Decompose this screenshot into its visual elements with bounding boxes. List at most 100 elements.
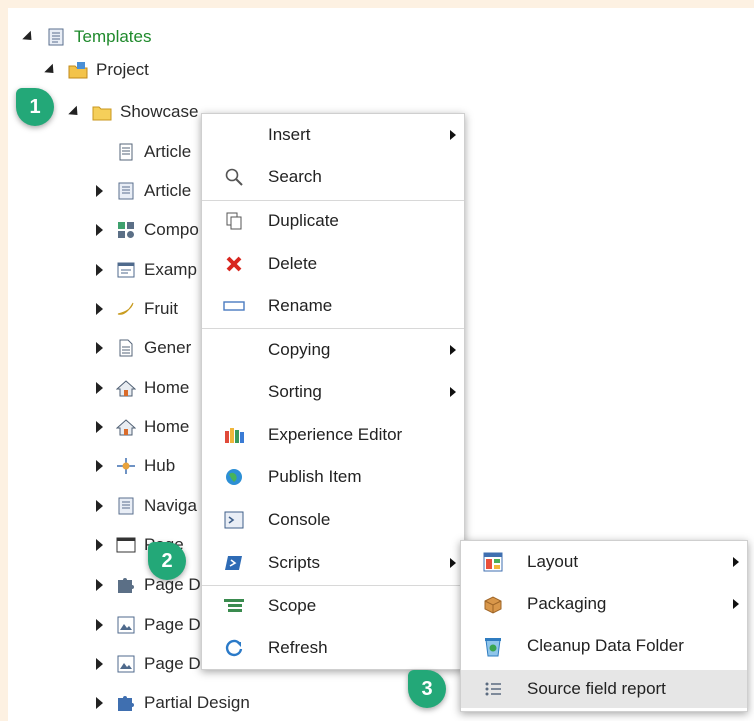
tree-item-article[interactable]: Article [92,135,191,169]
tree-item-page-d-3[interactable]: Page D [92,647,201,681]
expand-toggle-icon[interactable] [92,696,106,710]
menu-item-sorting[interactable]: Sorting [202,373,464,411]
menu-item-rename[interactable]: Rename [202,287,464,325]
tree-item-label: Home [144,378,190,397]
expand-toggle-icon[interactable] [92,618,106,632]
menu-item-label: Scope [268,596,317,615]
expand-toggle-icon[interactable] [92,538,106,552]
menu-separator [202,585,464,586]
tree-item-page-d-2[interactable]: Page D [92,608,201,642]
menu-item-label: Experience Editor [268,425,403,444]
project-folder-icon [68,60,88,80]
expand-toggle-icon[interactable] [44,63,58,77]
menu-item-copying[interactable]: Copying [202,331,464,369]
menu-item-label: Insert [268,125,311,144]
expand-toggle-icon[interactable] [92,381,106,395]
tree-item-gener[interactable]: Gener [92,331,191,365]
submenu-arrow-icon [450,345,456,355]
tree-item-label: Home [144,417,190,436]
expand-toggle-icon[interactable] [92,184,106,198]
menu-item-scope[interactable]: Scope [202,587,464,625]
tree-item-label: Article [144,181,192,200]
folder-icon [92,102,112,122]
menu-item-label: Search [268,167,322,186]
submenu-arrow-icon [733,599,739,609]
tree-item-examp[interactable]: Examp [92,253,197,287]
tree-item-home[interactable]: Home [92,371,189,405]
tree-item-compo[interactable]: Compo [92,213,199,247]
submenu-arrow-icon [450,130,456,140]
expand-toggle-icon[interactable] [92,657,106,671]
component-icon [116,220,136,240]
submenu-item-cleanup-data-folder[interactable]: Cleanup Data Folder [461,627,747,665]
expand-toggle-icon[interactable] [92,420,106,434]
menu-item-label: Delete [268,254,318,273]
delete-icon [222,252,246,276]
tree-item-label: Hub [144,456,176,475]
tree-item-label: Article [144,142,192,161]
expand-toggle-icon[interactable] [92,302,106,316]
expand-toggle-icon[interactable] [92,459,106,473]
puzzle-icon [116,575,136,595]
tree-item-templates[interactable]: Templates [22,20,151,54]
template-icon [116,496,136,516]
menu-item-refresh[interactable]: Refresh [202,629,464,667]
tree-item-fruit[interactable]: Fruit [92,292,178,326]
menu-item-label: Duplicate [268,211,339,230]
tree-item-home-2[interactable]: Home [92,410,189,444]
expand-toggle-icon[interactable] [22,30,36,44]
tree-item-partial-design[interactable]: Partial Design [92,686,250,720]
puzzle-icon [116,693,136,713]
menu-item-console[interactable]: Console [202,501,464,539]
tree-item-page-d[interactable]: Page D [92,568,201,602]
rename-icon [222,294,246,318]
tree-item-label: Project [96,60,149,79]
expand-toggle-icon[interactable] [92,263,106,277]
menu-item-duplicate[interactable]: Duplicate [202,202,464,240]
template-icon [46,27,66,47]
submenu-item-source-field-report[interactable]: Source field report [461,670,747,708]
expand-toggle-icon[interactable] [68,105,82,119]
step-callout-2: 2 [148,542,186,580]
menu-item-experience-editor[interactable]: Experience Editor [202,416,464,454]
window-icon [116,535,136,555]
tree-item-label: Showcase [120,102,199,121]
expand-toggle-icon[interactable] [92,499,106,513]
document-icon [116,142,136,162]
menu-item-label: Copying [268,340,331,359]
tree-item-showcase[interactable]: Showcase [68,95,198,129]
menu-item-label: Publish Item [268,467,362,486]
submenu-arrow-icon [450,558,456,568]
submenu-item-label: Source field report [527,679,666,698]
expand-toggle-icon[interactable] [92,223,106,237]
menu-item-publish-item[interactable]: Publish Item [202,458,464,496]
submenu-item-layout[interactable]: Layout [461,543,747,581]
tree-item-article-2[interactable]: Article [92,174,191,208]
tree-item-label: Partial Design [144,693,250,712]
page-icon [116,338,136,358]
tree-item-label: Page D [144,654,201,673]
step-callout-1: 1 [16,88,54,126]
menu-item-label: Rename [268,296,333,315]
tree-item-label: Fruit [144,299,178,318]
menu-item-delete[interactable]: Delete [202,245,464,283]
menu-item-scripts[interactable]: Scripts [202,544,464,582]
image-icon [116,615,136,635]
package-icon [481,592,505,616]
submenu-item-packaging[interactable]: Packaging [461,585,747,623]
tree-item-project[interactable]: Project [44,53,149,87]
tree-item-hub[interactable]: Hub [92,449,175,483]
menu-item-search[interactable]: Search [202,158,464,196]
tree-item-naviga[interactable]: Naviga [92,489,197,523]
window-icon [116,260,136,280]
expand-toggle-spacer [92,145,106,159]
expand-toggle-icon[interactable] [92,341,106,355]
expand-toggle-icon[interactable] [92,578,106,592]
duplicate-icon [222,209,246,233]
menu-item-insert[interactable]: Insert [202,116,464,154]
menu-item-label: Refresh [268,638,328,657]
submenu-item-label: Cleanup Data Folder [527,636,684,655]
publish-icon [222,465,246,489]
tree-item-label: Page D [144,615,201,634]
banana-icon [116,299,136,319]
